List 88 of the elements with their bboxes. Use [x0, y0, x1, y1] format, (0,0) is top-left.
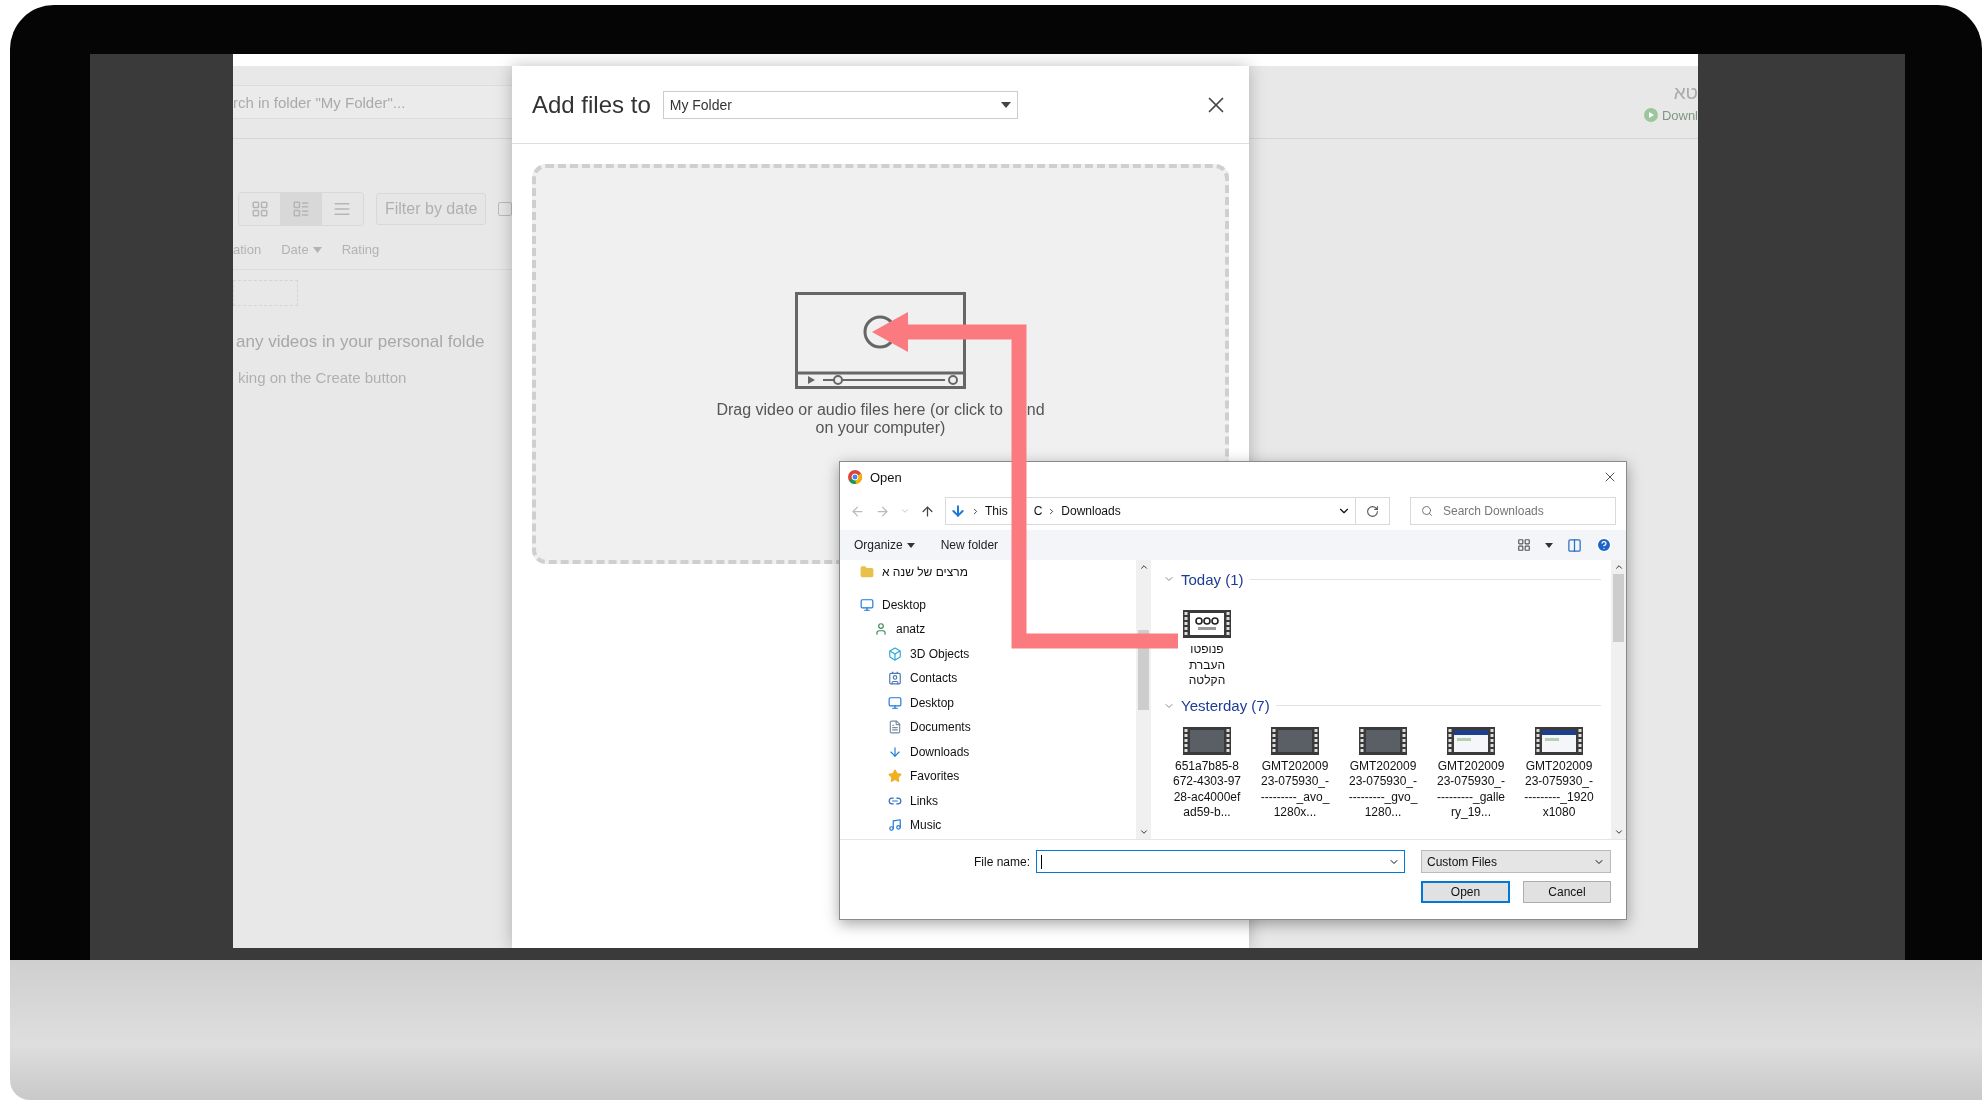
- music-note-icon: [888, 818, 902, 833]
- back-button[interactable]: [850, 503, 865, 519]
- document-icon: [888, 720, 902, 735]
- toolbar-button[interactable]: Organize: [854, 538, 915, 552]
- folder-select[interactable]: My Folder: [662, 90, 1018, 119]
- down-arrow-icon: [888, 744, 902, 759]
- search-icon: [1421, 505, 1433, 517]
- app-logo-icon: [1643, 108, 1658, 122]
- scroll-up-icon[interactable]: [1613, 562, 1624, 572]
- nav-item[interactable]: Favorites: [860, 764, 1136, 789]
- caret-button[interactable]: [1545, 542, 1553, 548]
- right-arrow-icon: [875, 503, 890, 519]
- scroll-down-icon[interactable]: [1138, 827, 1149, 837]
- dialog-title: Open: [870, 469, 902, 485]
- caret-icon: [1000, 101, 1011, 108]
- pane-icon: [1567, 537, 1582, 553]
- file-name[interactable]: GMT20200923-075930_----------_avo_1280x...: [1260, 758, 1330, 821]
- modal-title: Add files to: [532, 90, 651, 119]
- file-name[interactable]: GMT20200923-075930_----------_gvo_1280...: [1348, 758, 1418, 821]
- dialog-button[interactable]: Open: [1421, 881, 1510, 903]
- nav-item[interactable]: 3D Objects: [860, 641, 1136, 666]
- video-file-icon: [1183, 726, 1231, 755]
- file-name[interactable]: פנופטו העברת הקלטה: [1182, 642, 1232, 689]
- dialog-button[interactable]: Cancel: [1523, 881, 1611, 903]
- chevron-icon: [900, 506, 910, 516]
- folder-icon: [860, 565, 874, 580]
- file-name[interactable]: 651a7b85-8672-4303-9728-ac4000efad59-b...: [1172, 758, 1242, 821]
- scrollbar-thumb[interactable]: [1613, 574, 1624, 642]
- breadcrumb-item[interactable]: This: [985, 504, 1008, 518]
- input-field[interactable]: [233, 280, 298, 306]
- star-icon: [888, 769, 902, 784]
- video-file-icon: [1535, 726, 1583, 755]
- help-button[interactable]: [1596, 537, 1612, 553]
- list-icon: [292, 200, 310, 218]
- group-header[interactable]: Today (1): [1181, 570, 1244, 588]
- breadcrumb-item[interactable]: Downloads: [1061, 504, 1121, 518]
- browser-logo-icon: [848, 470, 862, 484]
- scroll-up-icon[interactable]: [1138, 562, 1149, 572]
- file-name-field[interactable]: [1036, 850, 1405, 873]
- monitor-icon: [860, 597, 874, 612]
- up-button[interactable]: [920, 503, 935, 519]
- grid-icon: [250, 200, 269, 218]
- nav-item[interactable]: Desktop: [860, 592, 1136, 617]
- nav-item[interactable]: Contacts: [860, 666, 1136, 691]
- help-icon: [1596, 537, 1612, 553]
- user-name: טא: [1673, 81, 1698, 104]
- refresh-icon: [1366, 504, 1379, 518]
- person-icon: [874, 622, 888, 637]
- video-file-icon: [1183, 610, 1231, 638]
- preview-pane-button[interactable]: [1567, 537, 1582, 553]
- file-name[interactable]: GMT20200923-075930_----------_1920x1080: [1524, 758, 1594, 821]
- contact-card-icon: [888, 671, 902, 686]
- breadcrumb-item[interactable]: C: [1033, 504, 1043, 518]
- video-player-icon: [795, 292, 966, 389]
- lines-icon: [333, 200, 352, 218]
- address-bar[interactable]: This C Downloads: [945, 497, 1390, 525]
- scrollbar-thumb[interactable]: [1138, 630, 1149, 710]
- nav-item[interactable]: Music: [860, 813, 1136, 838]
- drop-instructions: Drag video or audio files here (or click to: [716, 401, 1003, 419]
- scrollbar[interactable]: [1611, 560, 1626, 839]
- down-arrow-icon: [950, 503, 966, 519]
- view-options-button[interactable]: [1517, 538, 1531, 552]
- video-file-icon: [1359, 726, 1407, 755]
- scrollbar[interactable]: [1136, 560, 1151, 839]
- nav-item[interactable]: Desktop: [860, 690, 1136, 715]
- file-name[interactable]: GMT20200923-075930_----------_gallery_19...: [1436, 758, 1506, 821]
- drop-instructions: nd: [1026, 401, 1045, 419]
- forward-button[interactable]: [875, 503, 890, 519]
- monitor-icon: [888, 695, 902, 710]
- video-file-icon: [1271, 726, 1319, 755]
- group-header[interactable]: Yesterday (7): [1181, 697, 1270, 714]
- scroll-down-icon[interactable]: [1613, 827, 1624, 837]
- caret-icon: [1545, 542, 1553, 548]
- file-type-select[interactable]: Custom Files: [1421, 850, 1611, 873]
- cube-icon: [888, 646, 902, 661]
- drop-instructions: on your computer): [815, 419, 946, 437]
- chevron-icon: [971, 506, 980, 516]
- nav-item[interactable]: Links: [860, 788, 1136, 813]
- field-label: File name:: [973, 854, 1030, 869]
- search-field[interactable]: Search Downloads: [1410, 497, 1616, 525]
- empty-message: any videos in your personal folde: [236, 332, 486, 352]
- nav-item[interactable]: anatz: [860, 617, 1136, 642]
- video-file-icon: [1447, 726, 1495, 755]
- nav-item[interactable]: Downloads: [860, 739, 1136, 764]
- nav-item[interactable]: Documents: [860, 715, 1136, 740]
- empty-hint: king on the Create button: [238, 369, 408, 386]
- toolbar-button[interactable]: New folder: [940, 538, 999, 552]
- grid-icon: [1517, 538, 1531, 552]
